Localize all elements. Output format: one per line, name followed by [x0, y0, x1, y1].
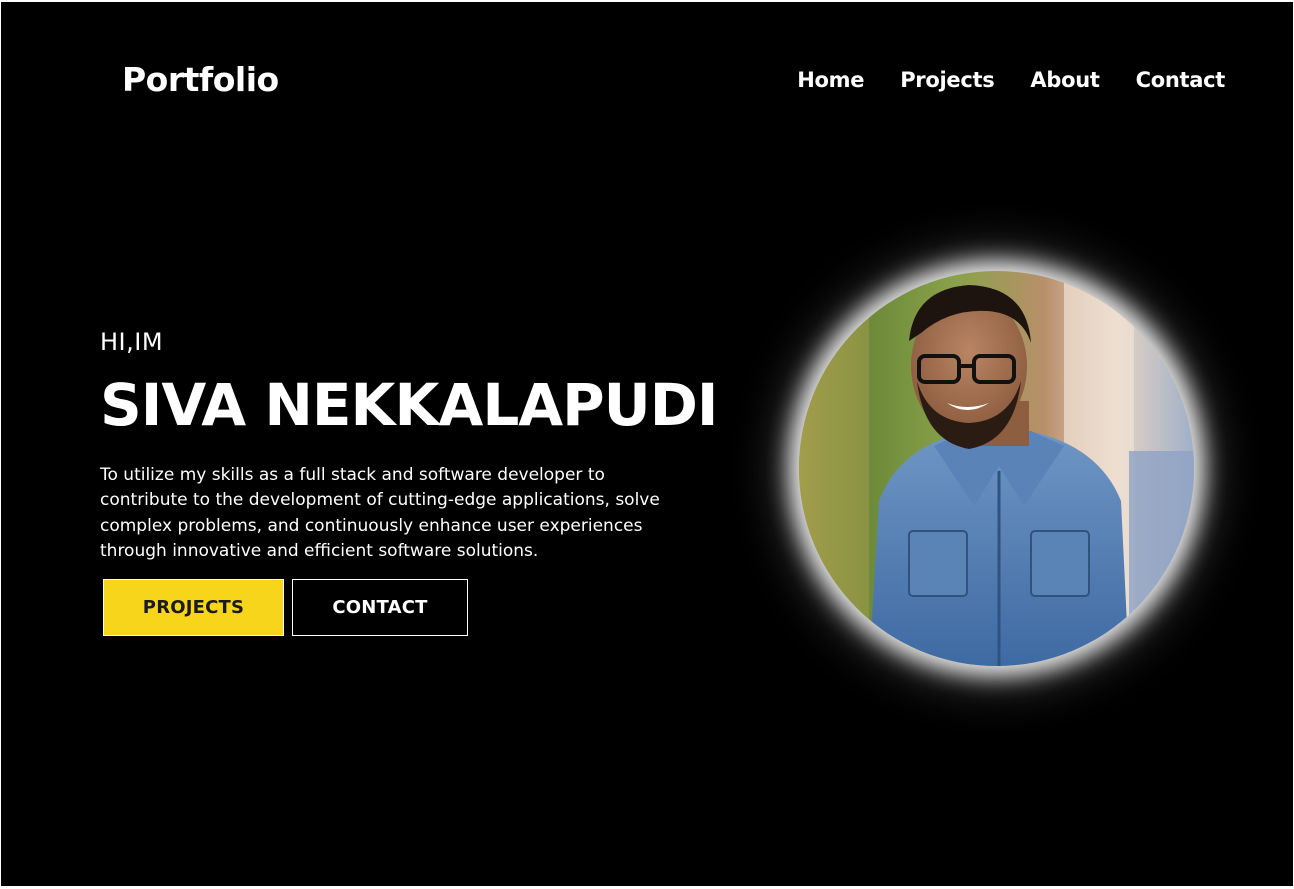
nav-about-link[interactable]: About [1030, 68, 1100, 92]
nav-contact-link[interactable]: Contact [1136, 68, 1226, 92]
hero-greeting: HI,IM [100, 328, 164, 356]
profile-photo-illustration [799, 271, 1194, 666]
main-nav: Home Projects About Contact [797, 68, 1225, 92]
portfolio-page: Portfolio Home Projects About Contact HI… [1, 2, 1293, 886]
hero-summary: To utilize my skills as a full stack and… [100, 465, 660, 561]
nav-home-link[interactable]: Home [797, 68, 864, 92]
nav-projects-link[interactable]: Projects [900, 68, 995, 92]
projects-button[interactable]: PROJECTS [103, 579, 284, 636]
profile-photo [799, 271, 1194, 666]
site-logo[interactable]: Portfolio [122, 60, 279, 99]
contact-button[interactable]: CONTACT [292, 579, 468, 636]
hero-name: SIVA NEKKALAPUDI [100, 371, 718, 439]
